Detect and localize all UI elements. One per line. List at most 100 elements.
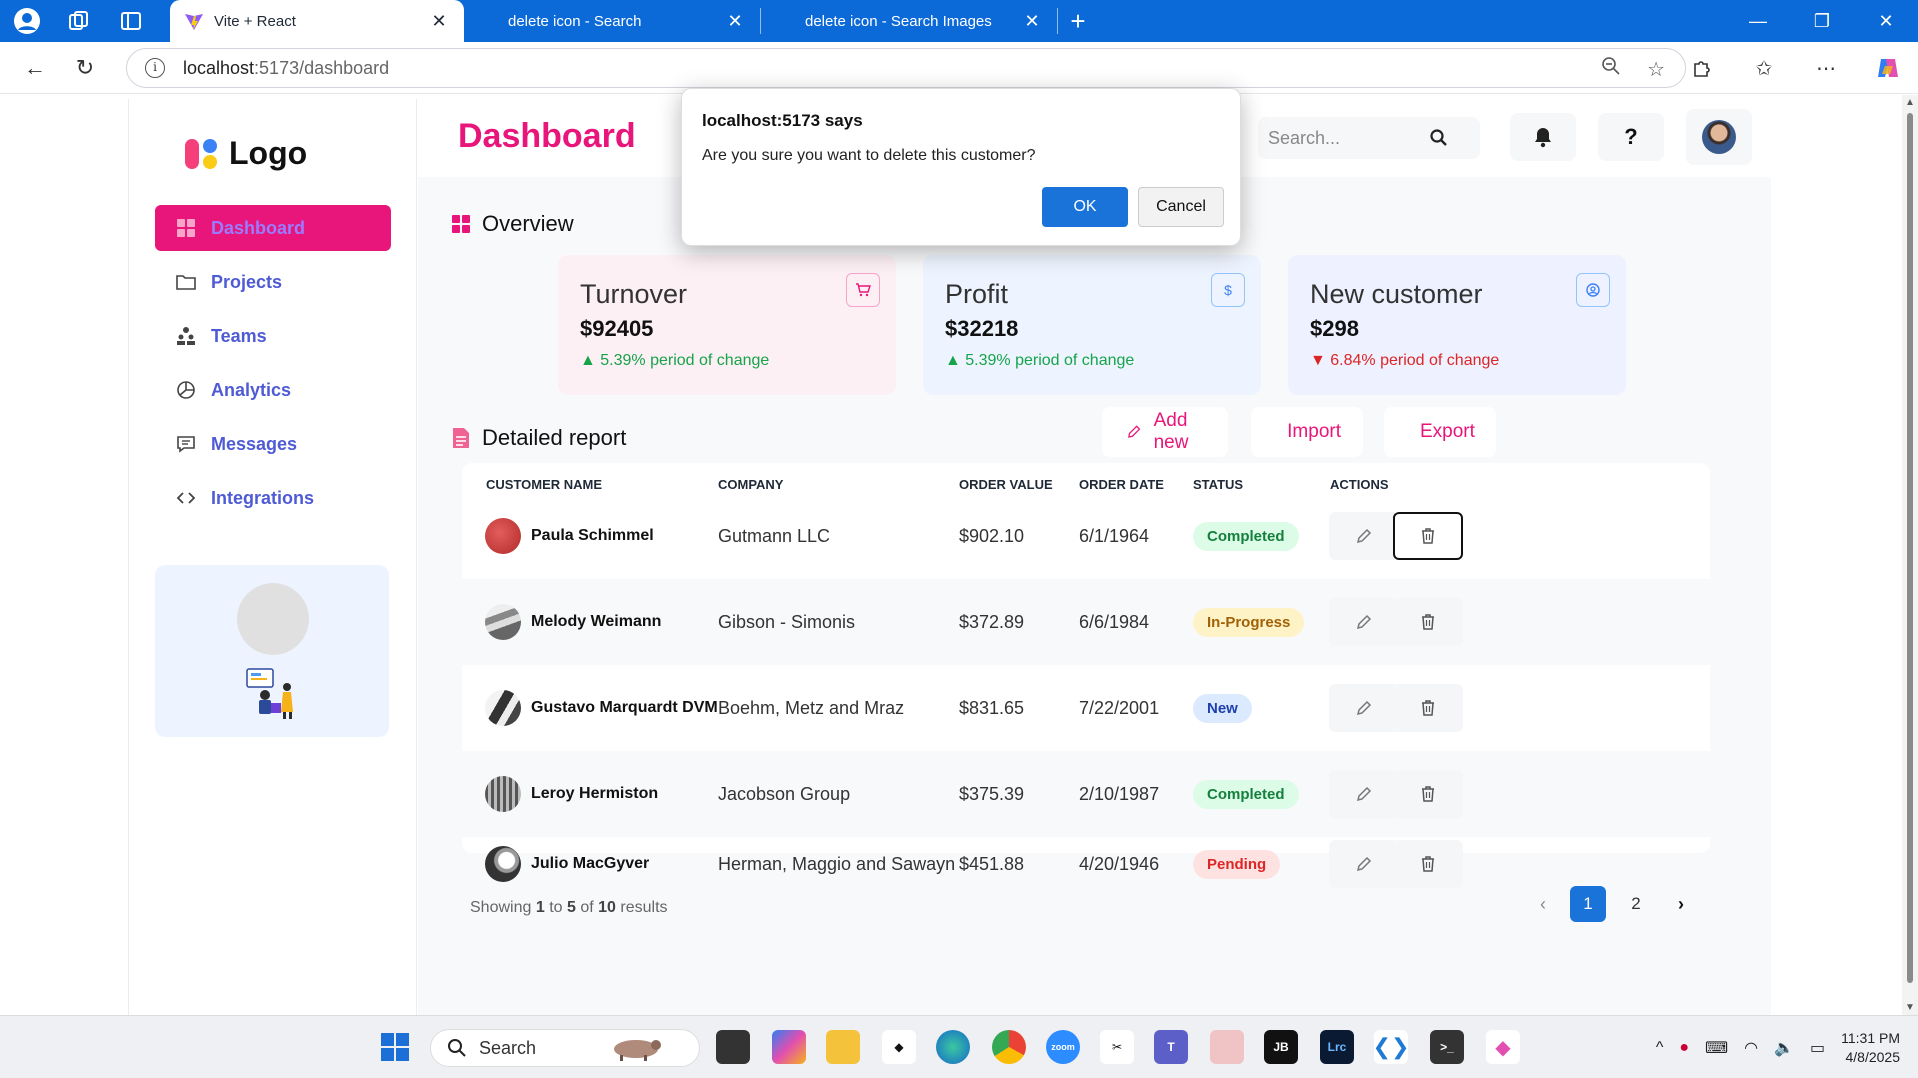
favorites-icon[interactable]: ✩ (1746, 50, 1782, 86)
chrome-icon[interactable] (992, 1030, 1026, 1064)
card-value: $92405 (580, 316, 654, 341)
dollar-icon[interactable]: $ (1211, 273, 1245, 307)
order-value-cell: $902.10 (959, 525, 1025, 546)
wifi-icon[interactable]: ◠ (1744, 1038, 1758, 1058)
vscode-icon[interactable]: ❮❯ (1373, 1030, 1409, 1064)
teams-icon[interactable]: T (1154, 1030, 1188, 1064)
keyboard-icon[interactable]: ⌨ (1705, 1038, 1728, 1058)
cancel-button[interactable]: Cancel (1138, 187, 1224, 227)
workspaces-icon[interactable] (64, 6, 94, 36)
summary-to: 5 (566, 899, 576, 916)
delete-button[interactable] (1393, 840, 1463, 888)
refresh-icon[interactable]: ↻ (62, 45, 108, 91)
status-badge: New (1193, 693, 1252, 723)
restore-icon[interactable]: ❐ (1790, 0, 1854, 42)
git-icon[interactable]: ◆ (1486, 1030, 1520, 1064)
clock[interactable]: 11:31 PM 4/8/2025 (1841, 1029, 1900, 1067)
edit-button[interactable] (1329, 512, 1399, 560)
delete-button[interactable] (1393, 770, 1463, 818)
dropbox-icon[interactable]: ◆ (882, 1030, 916, 1064)
help-button[interactable]: ? (1598, 113, 1664, 161)
search-icon[interactable] (1428, 127, 1450, 149)
add-new-button[interactable]: Add new (1102, 407, 1228, 457)
sidebar-item-analytics[interactable]: Analytics (155, 367, 391, 413)
import-button[interactable]: Import (1251, 407, 1363, 457)
edge-browser-icon[interactable] (936, 1030, 970, 1064)
close-icon[interactable]: ✕ (724, 11, 746, 32)
user-avatar-button[interactable] (1686, 109, 1752, 165)
sidebar-item-label: Integrations (211, 487, 315, 508)
file-explorer-icon[interactable] (826, 1030, 860, 1064)
favorite-star-icon[interactable]: ☆ (1647, 57, 1665, 82)
copilot-taskbar-icon[interactable] (772, 1030, 806, 1064)
taskbar-search[interactable]: Search (430, 1029, 700, 1067)
card-title: Profit (945, 279, 1009, 309)
tab-delete-icon-search[interactable]: delete icon - Search ✕ (464, 0, 760, 42)
photos-icon[interactable] (1210, 1030, 1244, 1064)
sidebar-item-messages[interactable]: Messages (155, 421, 391, 467)
tray-overflow-icon[interactable]: ^ (1656, 1039, 1664, 1057)
site-info-icon[interactable]: i (145, 58, 165, 78)
extensions-icon[interactable] (1684, 50, 1720, 86)
turnover-card: Turnover $92405 ▲ 5.39% period of change (558, 255, 896, 395)
search-input[interactable]: Search... (1258, 117, 1480, 159)
overview-title: Overview (482, 211, 574, 236)
profit-card: Profit $32218 ▲ 5.39% period of change $ (923, 255, 1261, 395)
close-icon[interactable]: ✕ (428, 11, 450, 32)
scrollbar-thumb[interactable] (1907, 113, 1913, 983)
promo-illustration (246, 668, 293, 719)
capcut-icon[interactable]: ✂ (1100, 1030, 1134, 1064)
sidebar-item-projects[interactable]: Projects (155, 259, 391, 305)
lightroom-icon[interactable]: Lrc (1320, 1030, 1354, 1064)
page-button-2[interactable]: 2 (1618, 886, 1654, 922)
vertical-tabs-icon[interactable] (116, 6, 146, 36)
sidebar-item-integrations[interactable]: Integrations (155, 475, 391, 521)
next-page-icon[interactable]: › (1666, 886, 1696, 922)
page-scrollbar[interactable]: ▲ ▼ (1902, 95, 1918, 1015)
prev-page-icon[interactable]: ‹ (1528, 886, 1558, 922)
order-value-cell: $831.65 (959, 697, 1025, 718)
page-button-1[interactable]: 1 (1570, 886, 1606, 922)
tab-delete-icon-search-images[interactable]: delete icon - Search Images ✕ (761, 0, 1057, 42)
profile-icon[interactable] (12, 6, 42, 36)
close-window-icon[interactable]: ✕ (1854, 0, 1918, 42)
terminal-icon[interactable]: >_ (1430, 1030, 1464, 1064)
task-view-icon[interactable] (716, 1030, 750, 1064)
scroll-down-icon[interactable]: ▼ (1905, 1002, 1915, 1013)
close-icon[interactable]: ✕ (1021, 11, 1043, 32)
sidebar-item-teams[interactable]: Teams (155, 313, 391, 359)
sidebar-item-dashboard[interactable]: Dashboard (155, 205, 391, 251)
zoom-app-icon[interactable]: zoom (1046, 1030, 1080, 1064)
edit-button[interactable] (1329, 770, 1399, 818)
copilot-icon[interactable] (1870, 50, 1906, 86)
jetbrains-icon[interactable]: JB (1264, 1030, 1298, 1064)
card-change: ▼ 6.84% period of change (1310, 352, 1500, 369)
minimize-icon[interactable]: — (1726, 0, 1790, 42)
edit-button[interactable] (1329, 840, 1399, 888)
user-icon[interactable] (1576, 273, 1610, 307)
battery-icon[interactable]: ▭ (1810, 1038, 1825, 1058)
tab-vite-react[interactable]: Vite + React ✕ (170, 0, 464, 42)
more-options-icon[interactable]: ⋯ (1808, 50, 1844, 86)
edit-button[interactable] (1329, 684, 1399, 732)
table-row: Paula Schimmel Gutmann LLC $902.10 6/1/1… (462, 493, 1710, 579)
new-tab-icon[interactable]: + (1058, 6, 1098, 37)
antivirus-icon[interactable]: ● (1679, 1039, 1689, 1057)
scroll-up-icon[interactable]: ▲ (1905, 97, 1915, 108)
zoom-icon[interactable] (1601, 56, 1621, 82)
export-button[interactable]: Export (1384, 407, 1496, 457)
delete-button[interactable] (1393, 512, 1463, 560)
cart-icon[interactable] (846, 273, 880, 307)
volume-icon[interactable]: 🔈 (1774, 1038, 1794, 1058)
bell-icon (1535, 128, 1551, 148)
ok-button[interactable]: OK (1042, 187, 1128, 227)
back-icon[interactable]: ← (12, 45, 58, 91)
notifications-button[interactable] (1510, 113, 1576, 161)
delete-button[interactable] (1393, 598, 1463, 646)
edit-button[interactable] (1329, 598, 1399, 646)
windows-start-icon[interactable] (380, 1032, 410, 1062)
delete-button[interactable] (1393, 684, 1463, 732)
logo[interactable]: Logo (185, 135, 307, 172)
company-cell: Gibson - Simonis (718, 611, 856, 632)
address-bar[interactable]: i localhost:5173/dashboard ☆ (126, 48, 1686, 88)
